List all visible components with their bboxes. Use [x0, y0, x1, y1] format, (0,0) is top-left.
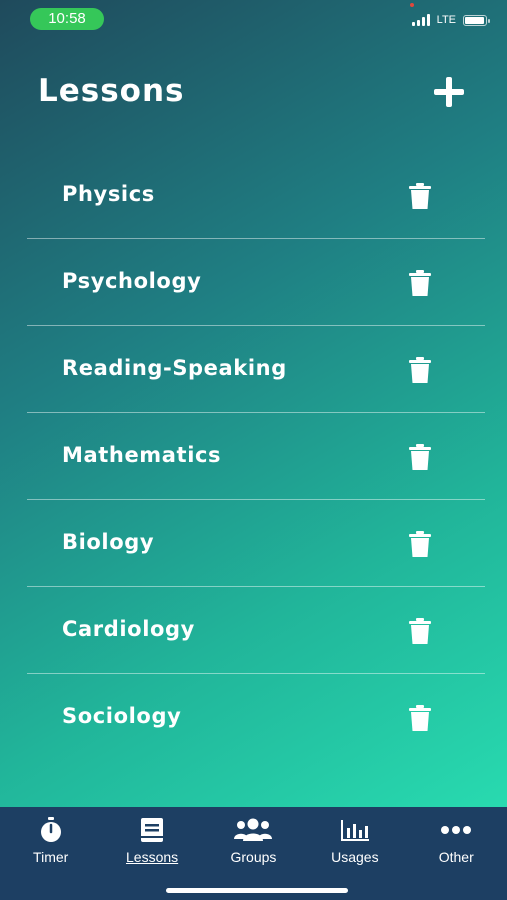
lesson-name: Sociology: [62, 704, 182, 728]
header: Lessons: [38, 68, 467, 114]
lesson-name: Cardiology: [62, 617, 195, 641]
lesson-row-reading-speaking[interactable]: Reading-Speaking: [27, 326, 485, 413]
lesson-row-sociology[interactable]: Sociology: [27, 674, 485, 760]
lesson-name: Mathematics: [62, 443, 222, 467]
lesson-name: Biology: [62, 530, 155, 554]
trash-icon[interactable]: [407, 704, 433, 732]
trash-icon[interactable]: [407, 356, 433, 384]
ellipsis-icon: [441, 826, 472, 834]
trash-icon[interactable]: [407, 530, 433, 558]
home-indicator[interactable]: [166, 888, 348, 893]
lesson-row-physics[interactable]: Physics: [27, 152, 485, 239]
tab-label: Timer: [33, 849, 69, 865]
stopwatch-icon: [40, 817, 61, 842]
tab-groups[interactable]: Groups: [208, 817, 298, 865]
add-lesson-button[interactable]: [431, 74, 467, 110]
plus-icon: [434, 77, 464, 107]
page-title: Lessons: [38, 73, 185, 109]
lesson-list: Physics Psychology Reading-Speaking Math…: [27, 152, 485, 760]
people-icon: [234, 818, 273, 841]
tab-usages[interactable]: Usages: [310, 817, 400, 865]
lesson-name: Physics: [62, 182, 155, 206]
tab-lessons[interactable]: Lessons: [107, 817, 197, 865]
signal-icon: [411, 14, 430, 26]
trash-icon[interactable]: [407, 617, 433, 645]
tab-label: Groups: [230, 849, 277, 865]
network-type: LTE: [436, 14, 456, 26]
tab-label: Other: [438, 849, 474, 865]
tab-bar: Timer Lessons Groups Usages Other: [0, 807, 507, 900]
battery-icon: [463, 14, 490, 26]
recording-dot: [410, 3, 414, 7]
bar-chart-icon: [340, 820, 369, 841]
trash-icon[interactable]: [407, 443, 433, 471]
status-bar: 10:58 LTE: [0, 0, 507, 40]
tab-label: Usages: [331, 849, 379, 865]
lesson-row-cardiology[interactable]: Cardiology: [27, 587, 485, 674]
trash-icon[interactable]: [407, 182, 433, 210]
status-time: 10:58: [30, 8, 104, 30]
tab-label: Lessons: [126, 849, 179, 865]
lesson-row-biology[interactable]: Biology: [27, 500, 485, 587]
lesson-row-mathematics[interactable]: Mathematics: [27, 413, 485, 500]
tab-other[interactable]: Other: [411, 817, 501, 865]
lesson-name: Reading-Speaking: [62, 356, 287, 380]
tab-timer[interactable]: Timer: [6, 817, 96, 865]
status-indicators: LTE: [411, 12, 490, 28]
book-icon: [141, 818, 164, 842]
lesson-name: Psychology: [62, 269, 202, 293]
trash-icon[interactable]: [407, 269, 433, 297]
lesson-row-psychology[interactable]: Psychology: [27, 239, 485, 326]
